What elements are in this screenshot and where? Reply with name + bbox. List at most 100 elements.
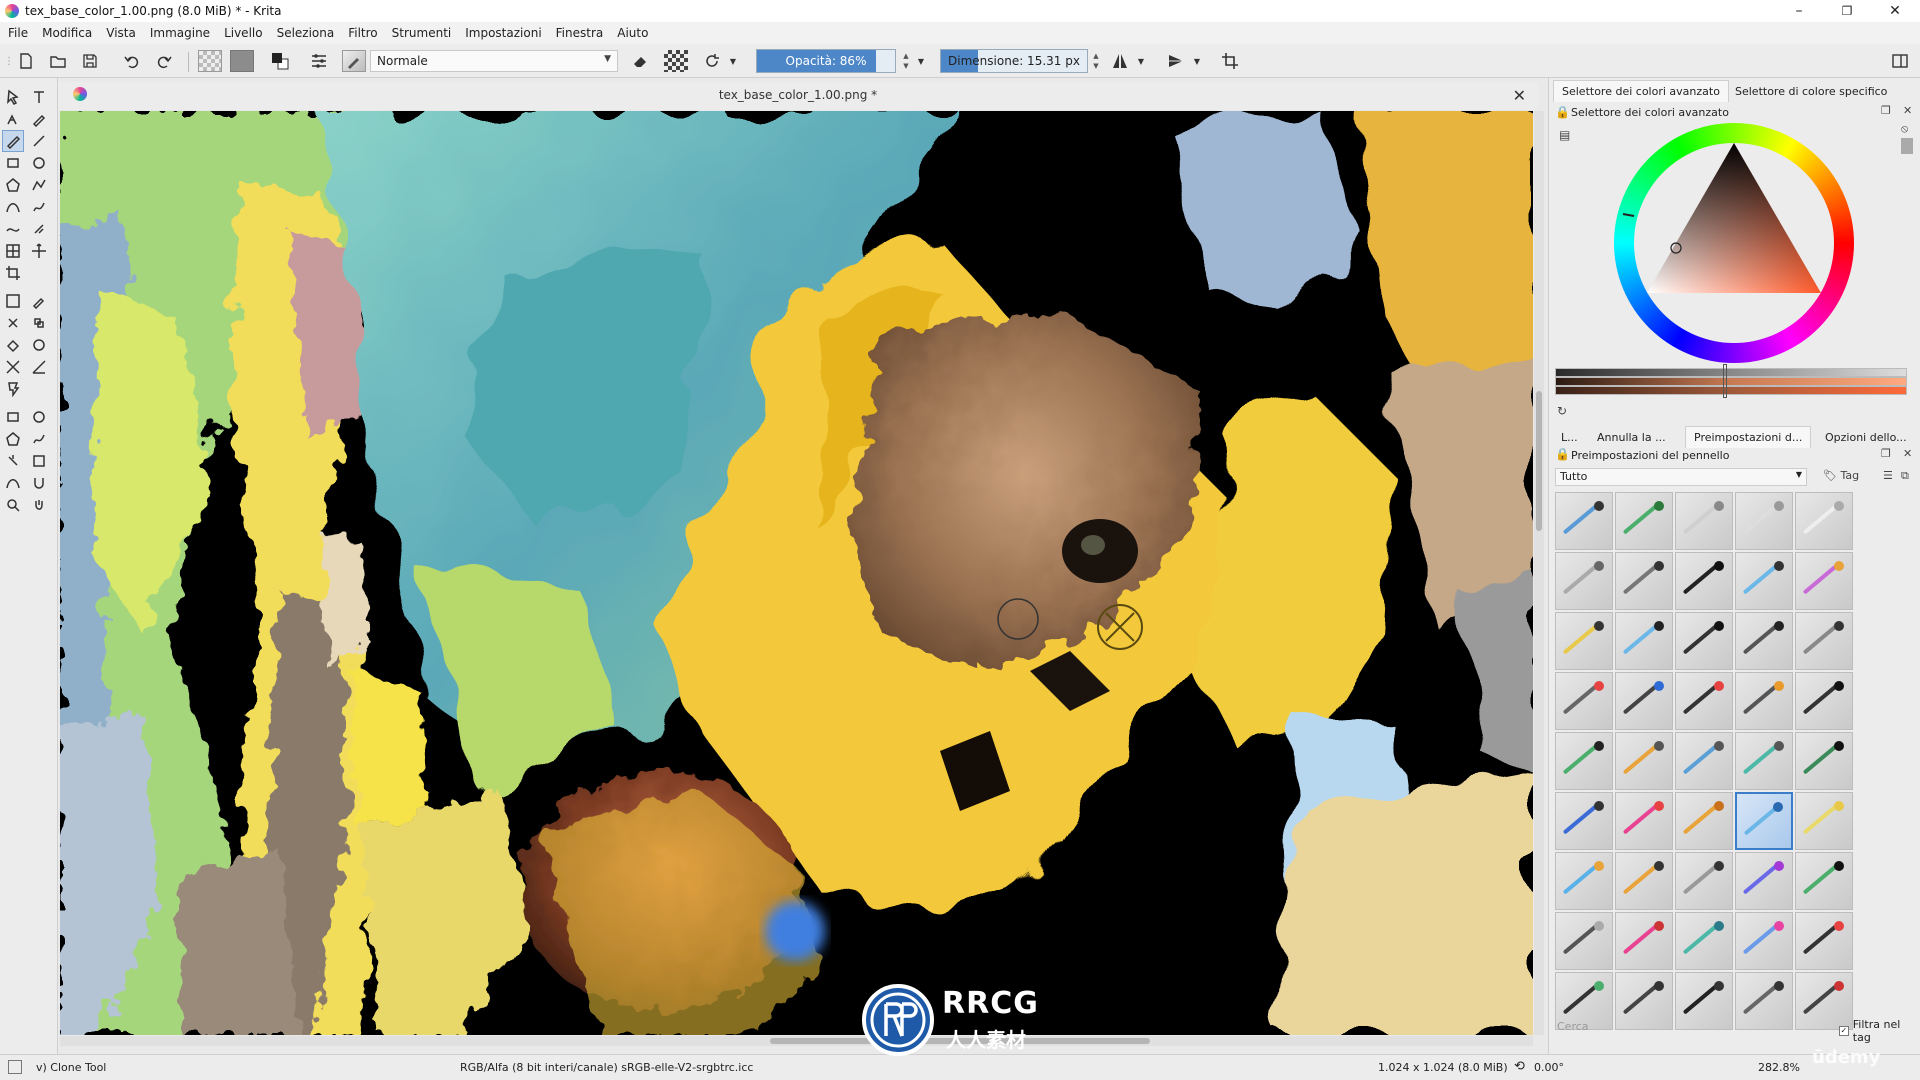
brush-preset-item[interactable] xyxy=(1675,732,1733,790)
lock-icon[interactable]: 🔒 xyxy=(1555,105,1570,119)
freehand-brush-tool[interactable] xyxy=(2,130,24,152)
size-slider[interactable]: Dimensione: 15.31 px xyxy=(940,49,1088,73)
menu-impostazioni[interactable]: Impostazioni xyxy=(465,26,541,40)
menu-filtro[interactable]: Filtro xyxy=(348,26,377,40)
transform-tool[interactable] xyxy=(2,240,24,262)
polygon-tool[interactable] xyxy=(2,174,24,196)
color-wheel[interactable] xyxy=(1609,118,1859,368)
vertical-scroll-thumb[interactable] xyxy=(1536,391,1542,531)
strip-marker[interactable] xyxy=(1723,364,1727,398)
new-document-button[interactable] xyxy=(14,50,38,72)
rect-select-tool[interactable] xyxy=(2,406,24,428)
color-picker-tool[interactable] xyxy=(28,290,50,312)
menu-immagine[interactable]: Immagine xyxy=(150,26,210,40)
edit-shapes-tool[interactable] xyxy=(2,108,24,130)
brush-preset-item[interactable] xyxy=(1795,552,1853,610)
pattern-selector-button[interactable] xyxy=(198,50,222,72)
magnetic-select-tool[interactable] xyxy=(28,472,50,494)
brush-preset-item[interactable] xyxy=(1675,612,1733,670)
color-swatch-small[interactable] xyxy=(1901,138,1913,154)
selection-mode-icon[interactable] xyxy=(8,1060,22,1074)
menu-aiuto[interactable]: Aiuto xyxy=(617,26,648,40)
reload-dropdown-icon[interactable]: ▼ xyxy=(728,50,738,72)
zoom-status[interactable]: 282.8% xyxy=(1758,1061,1800,1074)
crop-tool[interactable] xyxy=(2,262,24,284)
brush-preset-item[interactable] xyxy=(1675,912,1733,970)
undo-button[interactable] xyxy=(120,50,144,72)
brush-preset-item[interactable] xyxy=(1555,612,1613,670)
fg-bg-color-button[interactable] xyxy=(268,50,292,72)
tab-brush-presets[interactable]: Preimpostazioni d... xyxy=(1685,426,1812,448)
eraser-mode-button[interactable] xyxy=(628,50,652,72)
value-strip[interactable] xyxy=(1555,368,1907,377)
rectangle-tool[interactable] xyxy=(2,152,24,174)
similar-select-tool[interactable] xyxy=(28,450,50,472)
multibrush-tool[interactable] xyxy=(28,218,50,240)
tab-advanced-color-selector[interactable]: Selettore dei colori avanzato xyxy=(1553,80,1729,102)
brush-tag-filter-select[interactable]: Tutto ▼ xyxy=(1555,468,1807,486)
brush-preset-item[interactable] xyxy=(1795,792,1853,850)
brush-preset-item[interactable] xyxy=(1735,612,1793,670)
bezier-select-tool[interactable] xyxy=(2,472,24,494)
brush-preset-item[interactable] xyxy=(1615,792,1673,850)
brush-preset-item[interactable] xyxy=(1735,672,1793,730)
brush-preset-item[interactable] xyxy=(1735,552,1793,610)
brush-preset-item[interactable] xyxy=(1675,852,1733,910)
enclose-fill-tool[interactable] xyxy=(28,334,50,356)
brush-preset-item[interactable] xyxy=(1675,792,1733,850)
redo-button[interactable] xyxy=(152,50,176,72)
brush-preset-item[interactable] xyxy=(1795,852,1853,910)
brush-preset-item[interactable] xyxy=(1735,852,1793,910)
gradient-tool[interactable] xyxy=(2,290,24,312)
panel-settings-icon[interactable]: ⧉ xyxy=(1901,469,1909,483)
brush-preset-item[interactable] xyxy=(1615,492,1673,550)
hue-strip[interactable] xyxy=(1555,377,1907,386)
contiguous-select-tool[interactable] xyxy=(2,450,24,472)
menu-finestra[interactable]: Finestra xyxy=(556,26,604,40)
document-tab-title[interactable]: tex_base_color_1.00.png * xyxy=(58,88,1538,102)
menu-file[interactable]: File xyxy=(8,26,28,40)
move-tool[interactable] xyxy=(28,240,50,262)
close-window-button[interactable]: ✕ xyxy=(1872,0,1918,22)
brush-preset-item[interactable] xyxy=(1555,792,1613,850)
menu-modifica[interactable]: Modifica xyxy=(42,26,92,40)
brush-preset-item[interactable] xyxy=(1735,912,1793,970)
opacity-spinner[interactable]: ▲ ▼ xyxy=(900,49,912,73)
smart-patch-tool[interactable] xyxy=(2,312,24,334)
brush-preset-item[interactable] xyxy=(1615,672,1673,730)
blend-mode-select[interactable]: Normale ▼ xyxy=(370,50,618,72)
brush-preset-item[interactable] xyxy=(1555,912,1613,970)
mirror-horizontal-button[interactable] xyxy=(1108,50,1132,72)
reload-preset-button[interactable] xyxy=(700,50,724,72)
brush-preset-item[interactable] xyxy=(1615,912,1673,970)
polyline-tool[interactable] xyxy=(28,174,50,196)
color-space-status[interactable]: RGB/Alfa (8 bit interi/canale) sRGB-elle… xyxy=(460,1061,753,1074)
close-document-button[interactable]: ✕ xyxy=(1513,86,1526,105)
assistant-tool[interactable] xyxy=(2,356,24,378)
color-history-icon[interactable]: ⦸ xyxy=(1901,122,1908,136)
pan-tool[interactable] xyxy=(28,494,50,516)
brush-preset-item[interactable] xyxy=(1795,732,1853,790)
brush-preset-item[interactable] xyxy=(1615,552,1673,610)
tag-button[interactable]: 🏷 Tag xyxy=(1823,469,1859,482)
brush-preset-item[interactable] xyxy=(1795,912,1853,970)
reference-images-tool[interactable] xyxy=(2,378,24,400)
color-settings-icon[interactable]: ▤ xyxy=(1559,128,1570,142)
brush-preset-item[interactable] xyxy=(1555,492,1613,550)
preserve-alpha-button[interactable] xyxy=(664,50,688,72)
ellipse-tool[interactable] xyxy=(28,152,50,174)
brush-preset-item[interactable] xyxy=(1675,672,1733,730)
open-document-button[interactable] xyxy=(46,50,70,72)
zoom-tool[interactable] xyxy=(2,494,24,516)
brush-preset-item[interactable] xyxy=(1795,492,1853,550)
brush-preset-item[interactable] xyxy=(1615,852,1673,910)
mirror-v-dropdown-icon[interactable]: ▼ xyxy=(1192,50,1202,72)
refresh-icon[interactable]: ↻ xyxy=(1557,404,1567,418)
brush-preset-item[interactable] xyxy=(1735,792,1793,850)
brush-preset-item[interactable] xyxy=(1555,852,1613,910)
clone-tool[interactable] xyxy=(28,312,50,334)
brush-preset-item[interactable] xyxy=(1735,492,1793,550)
brush-settings-button[interactable] xyxy=(307,50,331,72)
tab-layers[interactable]: L... xyxy=(1553,426,1586,448)
line-tool[interactable] xyxy=(28,130,50,152)
